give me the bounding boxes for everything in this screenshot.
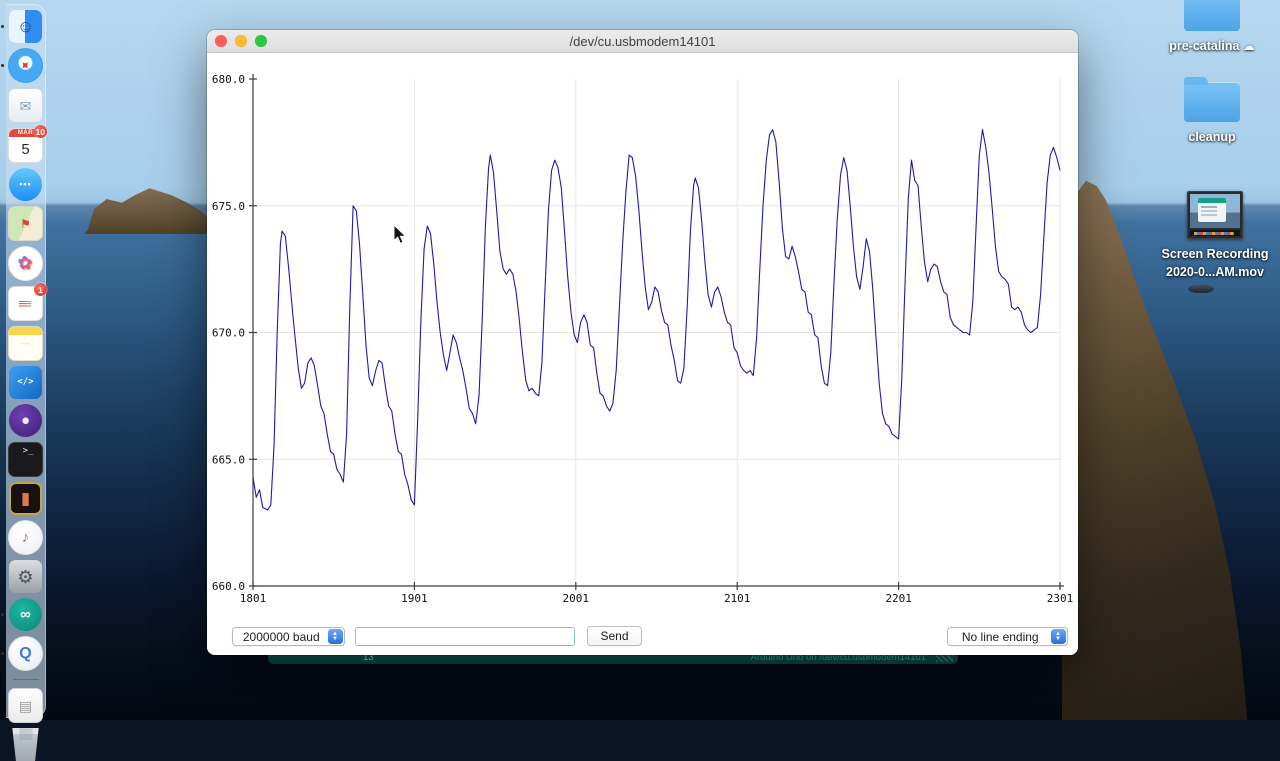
reminders-glyph-icon: ≡: [24, 296, 32, 311]
dock-maps-icon[interactable]: ⚑: [8, 206, 43, 241]
vscode-glyph-icon: </>: [17, 377, 34, 387]
folder-icon: [1184, 0, 1240, 31]
sysprefs-glyph-icon: ⚙: [17, 566, 34, 587]
dock-door-icon[interactable]: ▮: [9, 482, 42, 515]
dock-reminders-icon[interactable]: ≡ 1: [8, 283, 47, 321]
dock-vscode-icon[interactable]: </>: [9, 366, 42, 399]
running-indicator-dot: [1, 25, 4, 28]
serial-data-line: [252, 129, 1061, 511]
zoom-button[interactable]: [255, 35, 267, 47]
dock-mail-icon[interactable]: ✉: [8, 88, 43, 123]
notes-glyph-icon: ―: [21, 338, 30, 348]
line-ending-value: No line ending: [961, 629, 1039, 644]
dock-github-icon[interactable]: ●: [9, 404, 42, 437]
dock-music-icon[interactable]: ♪: [8, 520, 43, 555]
y-tick-label: 680.0: [212, 73, 245, 86]
dock-notes-icon[interactable]: ―: [8, 326, 43, 361]
dock-arduino-icon[interactable]: ∞: [1, 598, 42, 631]
baud-rate-value: 2000000 baud: [242, 629, 320, 644]
window-title: /dev/cu.usbmodem14101: [569, 33, 716, 49]
y-tick-label: 675.0: [212, 200, 245, 213]
notification-badge: 1: [34, 283, 47, 296]
dock-messages-icon[interactable]: •••: [9, 168, 42, 201]
x-tick-label: 2001: [563, 592, 590, 605]
icloud-status-icon: ☁: [1239, 39, 1255, 53]
desktop-icon-label: pre-catalina ☁: [1169, 39, 1255, 53]
desktop-icon-screen-recording[interactable]: Screen Recording 2020-0...AM.mov: [1145, 191, 1280, 281]
chevron-updown-icon: ▲ ▼: [1050, 629, 1066, 644]
thumbnail-mini-dock: [1190, 230, 1240, 236]
mail-glyph-icon: ✉: [19, 97, 32, 114]
quicktime-glyph-icon: Q: [19, 644, 32, 662]
photos-glyph-icon: ✿: [18, 254, 33, 273]
dock-terminal-icon[interactable]: >_: [1, 442, 43, 477]
minimize-button[interactable]: [235, 35, 247, 47]
x-tick-label: 1901: [401, 592, 428, 605]
dock-quicktime-icon[interactable]: Q: [1, 636, 43, 671]
dock-sysprefs-icon[interactable]: ⚙: [9, 560, 42, 593]
arduino-glyph-icon: ∞: [20, 606, 31, 623]
dock-finder-icon[interactable]: ☺: [1, 10, 42, 43]
dock-photos-icon[interactable]: ✿: [8, 246, 43, 281]
dock-installer-icon[interactable]: ▤: [8, 688, 43, 723]
running-indicator-dot: [1, 64, 4, 67]
x-tick-label: 2301: [1047, 592, 1074, 605]
messages-glyph-icon: •••: [19, 179, 32, 189]
dock-trash-icon[interactable]: ▒▒: [12, 728, 39, 761]
calendar-day-label: 5: [21, 140, 30, 158]
desktop-icon-label: Screen Recording 2020-0...AM.mov: [1161, 247, 1269, 280]
dock-calendar-icon[interactable]: MAR 5 10: [8, 125, 47, 163]
thumbnail-mini-win: [1198, 198, 1226, 222]
door-glyph-icon: ▮: [20, 489, 31, 508]
desktop-icon-pre-catalina[interactable]: pre-catalina ☁: [1160, 0, 1264, 55]
serial-plot-canvas: 660.0665.0670.0675.0680.01801 1901 2001 210…: [212, 73, 1074, 605]
x-tick-label: 1801: [240, 592, 267, 605]
desktop-icon-cleanup[interactable]: cleanup: [1160, 77, 1264, 146]
music-glyph-icon: ♪: [21, 529, 30, 546]
serial-message-input[interactable]: [355, 627, 575, 646]
github-glyph-icon: ●: [20, 412, 31, 429]
dock: ☺ ✦ ✉ MAR 5 10 ••• ⚑ ✿ ≡ 1 ― </> ● >_ ▮ ♪ ⚙ ∞ Q ▤ ▒▒: [1, 4, 47, 761]
dock-divider: [12, 679, 39, 680]
dock-safari-icon[interactable]: ✦: [1, 48, 43, 83]
notification-badge: 10: [33, 125, 47, 138]
terminal-glyph-icon: >_: [22, 446, 34, 456]
trash-glyph-icon: ▒▒: [19, 729, 32, 740]
close-button[interactable]: [215, 35, 227, 47]
x-tick-label: 2201: [885, 592, 912, 605]
y-tick-label: 665.0: [212, 453, 245, 466]
folder-icon: [1184, 77, 1240, 122]
maps-glyph-icon: ⚑: [20, 216, 31, 231]
send-button[interactable]: Send: [587, 626, 642, 646]
running-indicator-dot: [1, 613, 4, 616]
line-ending-select[interactable]: No line ending ▲ ▼: [947, 627, 1068, 646]
finder-glyph-icon: ☺: [16, 17, 35, 36]
running-indicator-dot: [1, 458, 4, 461]
baud-rate-select[interactable]: 2000000 baud ▲ ▼: [232, 627, 345, 646]
window-titlebar[interactable]: /dev/cu.usbmodem14101: [207, 30, 1078, 53]
plotter-control-bar: 2000000 baud ▲ ▼ Send No line ending ▲ ▼: [207, 619, 1078, 655]
mouse-cursor: [393, 224, 407, 244]
chevron-updown-icon: ▲ ▼: [327, 629, 343, 644]
installer-glyph-icon: ▤: [18, 697, 33, 714]
movie-thumbnail-icon: [1187, 191, 1243, 239]
y-tick-label: 670.0: [212, 327, 245, 340]
safari-glyph-icon: ✦: [16, 56, 35, 75]
serial-plotter-window: /dev/cu.usbmodem14101 660.0 665.0 670.0 675…: [207, 30, 1078, 655]
x-tick-label: 2101: [724, 592, 751, 605]
desktop-icon-label: cleanup: [1188, 130, 1236, 144]
running-indicator-dot: [1, 652, 4, 655]
